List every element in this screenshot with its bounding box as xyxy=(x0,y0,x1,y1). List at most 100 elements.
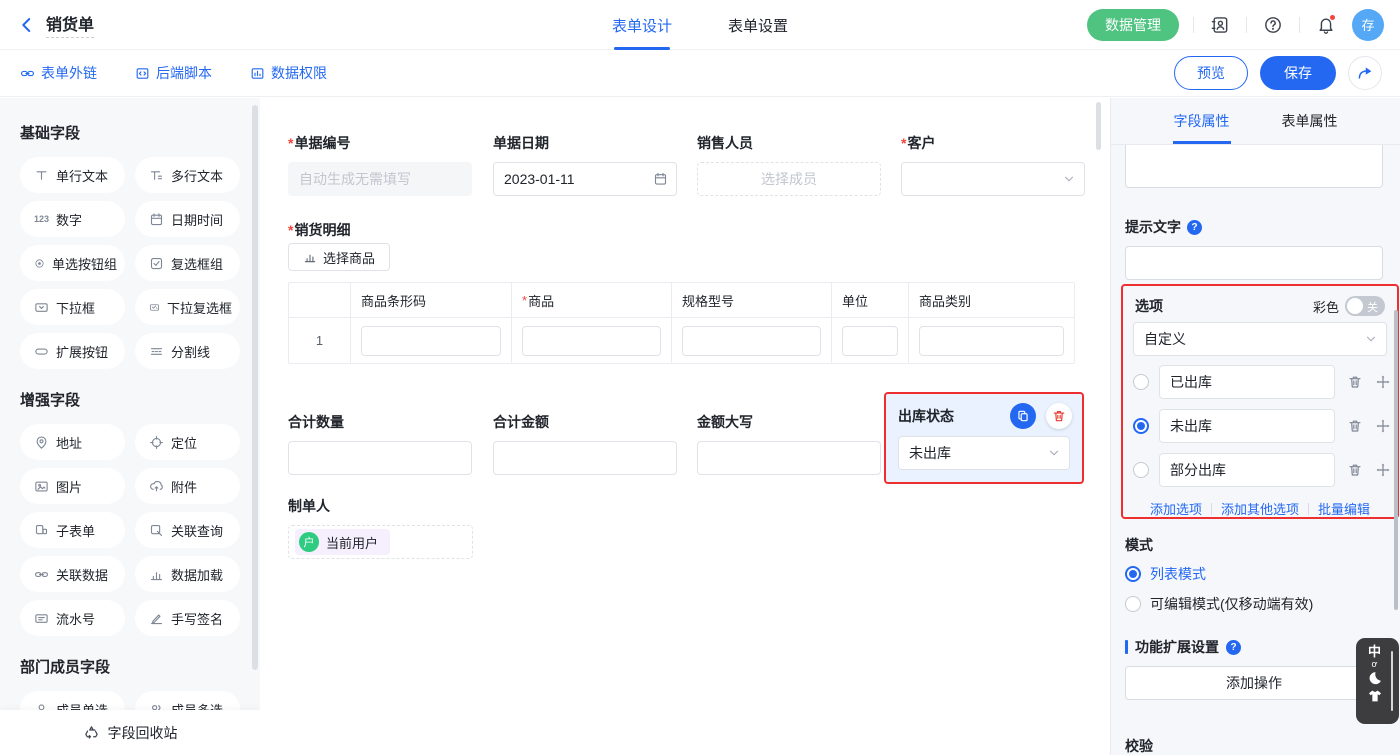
sidebar-item-divider[interactable]: 分割线 xyxy=(135,333,240,369)
sidebar-item-subform[interactable]: 子表单 xyxy=(20,512,125,548)
save-button[interactable]: 保存 xyxy=(1260,56,1336,90)
toolbar-link-2[interactable]: 数据权限 xyxy=(250,63,327,83)
sidebar-item-image[interactable]: 图片 xyxy=(20,468,125,504)
sidebar-item-address[interactable]: 地址 xyxy=(20,424,125,460)
option-text-input[interactable] xyxy=(1159,365,1335,399)
copy-icon xyxy=(1016,409,1030,423)
delete-field-button[interactable] xyxy=(1046,403,1072,429)
total-amount-input[interactable] xyxy=(493,441,677,475)
move-option-handle[interactable] xyxy=(1375,462,1391,478)
sidebar-item-multi-text[interactable]: 多行文本 xyxy=(135,157,240,193)
field-creator[interactable]: 制单人 户 当前用户 xyxy=(288,496,473,559)
color-toggle[interactable]: 关 xyxy=(1345,296,1385,316)
mode-radio[interactable] xyxy=(1125,596,1141,612)
salesperson-input[interactable] xyxy=(697,162,881,196)
sidebar-item-attachment[interactable]: 附件 xyxy=(135,468,240,504)
selected-field-stock-status[interactable]: 出库状态 未出库 xyxy=(884,392,1084,484)
stock-status-select[interactable]: 未出库 xyxy=(898,436,1070,470)
hint-text-input[interactable] xyxy=(1125,246,1383,280)
preview-button[interactable]: 预览 xyxy=(1174,56,1248,90)
panel-scrollbar[interactable] xyxy=(1394,310,1398,610)
delete-option-button[interactable] xyxy=(1347,462,1363,478)
sidebar-item-rel-data[interactable]: 关联数据 xyxy=(20,556,125,592)
table-cell-input[interactable] xyxy=(682,326,821,356)
sidebar-item-number[interactable]: 123数字 xyxy=(20,201,125,237)
total-qty-input[interactable] xyxy=(288,441,472,475)
dark-mode-moon-icon[interactable] xyxy=(1366,670,1383,687)
translate-mark-icon[interactable]: ơ xyxy=(1372,660,1378,669)
toolbar-link-1[interactable]: 后端脚本 xyxy=(135,63,212,83)
options-source-select[interactable]: 自定义 xyxy=(1133,322,1387,356)
sidebar-item-radio-group[interactable]: 单选按钮组 xyxy=(20,245,125,281)
option-action-link-0[interactable]: 添加选项 xyxy=(1150,499,1202,518)
option-radio[interactable] xyxy=(1133,418,1149,434)
field-total-amount[interactable]: 合计金额 xyxy=(493,412,677,475)
delete-option-button[interactable] xyxy=(1347,418,1363,434)
mode-option-0[interactable]: 列表模式 xyxy=(1125,564,1206,584)
translate-icon[interactable]: 中 xyxy=(1368,645,1381,659)
move-option-handle[interactable] xyxy=(1375,418,1391,434)
sidebar-item-checkbox-group[interactable]: 复选框组 xyxy=(135,245,240,281)
canvas-scrollbar[interactable] xyxy=(1096,102,1101,150)
sidebar-item-signature[interactable]: 手写签名 xyxy=(135,600,240,636)
field-total-qty[interactable]: 合计数量 xyxy=(288,412,472,475)
field-order-date[interactable]: 单据日期 xyxy=(493,133,677,196)
avatar[interactable]: 存 xyxy=(1352,9,1384,41)
option-action-link-2[interactable]: 批量编辑 xyxy=(1318,499,1370,518)
table-cell-input[interactable] xyxy=(361,326,501,356)
mode-radio[interactable] xyxy=(1125,566,1141,582)
question-icon[interactable]: ? xyxy=(1226,640,1241,655)
field-label: 单据日期 xyxy=(493,133,677,153)
field-customer[interactable]: 客户 xyxy=(901,133,1085,196)
sidebar-item-single-text[interactable]: 单行文本 xyxy=(20,157,125,193)
choose-product-button[interactable]: 选择商品 xyxy=(288,243,390,271)
calendar-icon[interactable] xyxy=(653,172,668,187)
field-order-no[interactable]: 单据编号 xyxy=(288,133,472,196)
notification-bell-icon[interactable] xyxy=(1314,13,1338,37)
amount-words-input[interactable] xyxy=(697,441,881,475)
creator-input[interactable]: 户 当前用户 xyxy=(288,525,473,559)
field-recycle-bin[interactable]: 字段回收站 xyxy=(0,710,260,755)
sidebar-item-ext-button[interactable]: 扩展按钮 xyxy=(20,333,125,369)
sidebar-item-multi-select[interactable]: 下拉复选框 xyxy=(135,289,240,325)
field-salesperson[interactable]: 销售人员 xyxy=(697,133,881,196)
toolbar-link-0[interactable]: 表单外链 xyxy=(20,63,97,83)
back-button[interactable] xyxy=(18,16,36,34)
customer-select[interactable] xyxy=(901,162,1085,196)
table-cell-input[interactable] xyxy=(522,326,661,356)
delete-option-button[interactable] xyxy=(1347,374,1363,390)
sidebar-item-data-load[interactable]: 数据加载 xyxy=(135,556,240,592)
sidebar-scrollbar[interactable] xyxy=(252,105,258,670)
header-tab-1[interactable]: 表单设置 xyxy=(728,0,788,50)
panel-tab-0[interactable]: 字段属性 xyxy=(1174,98,1230,144)
move-option-handle[interactable] xyxy=(1375,374,1391,390)
option-text-input[interactable] xyxy=(1159,453,1335,487)
option-action-link-1[interactable]: 添加其他选项 xyxy=(1221,499,1299,518)
order-no-input[interactable] xyxy=(288,162,472,196)
option-text-input[interactable] xyxy=(1159,409,1335,443)
question-icon[interactable]: ? xyxy=(1187,220,1202,235)
add-operation-button[interactable]: 添加操作 xyxy=(1125,666,1383,700)
option-radio[interactable] xyxy=(1133,374,1149,390)
theme-shirt-icon[interactable] xyxy=(1367,688,1383,704)
copy-field-button[interactable] xyxy=(1010,403,1036,429)
panel-tab-1[interactable]: 表单属性 xyxy=(1282,98,1338,144)
field-amount-words[interactable]: 金额大写 xyxy=(697,412,881,475)
share-button[interactable] xyxy=(1348,56,1382,90)
order-date-input[interactable] xyxy=(493,162,677,196)
mode-option-1[interactable]: 可编辑模式(仅移动端有效) xyxy=(1125,594,1313,614)
image xyxy=(34,479,49,494)
help-icon[interactable] xyxy=(1261,13,1285,37)
contact-book-icon[interactable] xyxy=(1208,13,1232,37)
table-cell-input[interactable] xyxy=(842,326,898,356)
header-tab-0[interactable]: 表单设计 xyxy=(612,0,672,50)
table-cell-input[interactable] xyxy=(919,326,1064,356)
sidebar-item-select[interactable]: 下拉框 xyxy=(20,289,125,325)
sidebar-item-locate[interactable]: 定位 xyxy=(135,424,240,460)
sidebar-item-serial[interactable]: 流水号 xyxy=(20,600,125,636)
data-manage-button[interactable]: 数据管理 xyxy=(1087,9,1179,41)
sidebar-item-datetime[interactable]: 日期时间 xyxy=(135,201,240,237)
field-name-input[interactable] xyxy=(1125,142,1383,188)
option-radio[interactable] xyxy=(1133,462,1149,478)
sidebar-item-rel-query[interactable]: 关联查询 xyxy=(135,512,240,548)
